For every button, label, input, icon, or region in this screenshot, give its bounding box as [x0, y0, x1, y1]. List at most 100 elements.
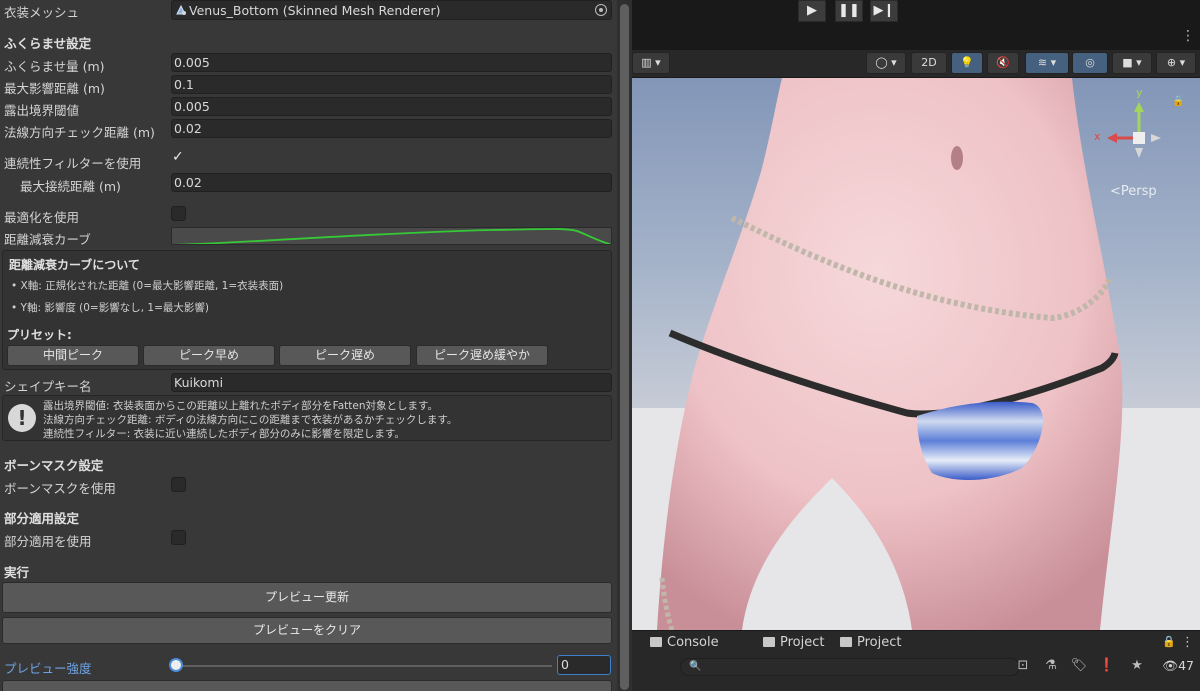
normal-check-label: 法線方向チェック距離 (m)	[4, 125, 155, 140]
folder-icon	[840, 637, 852, 647]
camera-icon: ■	[1122, 56, 1133, 69]
costume-mesh-label: 衣装メッシュ	[4, 5, 80, 20]
next-button-partial[interactable]	[2, 680, 612, 691]
costume-mesh-value: Venus_Bottom (Skinned Mesh Renderer)	[189, 3, 441, 18]
curve-info-y-axis: • Y軸: 影響度 (0=影響なし, 1=最大影響)	[11, 302, 209, 314]
curve-info-box: 距離減衰カーブについて • X軸: 正規化された距離 (0=最大影響距離, 1=…	[2, 250, 612, 370]
scene-top-bar: ▶ ❚❚ ▶❙ ⋮	[632, 0, 1200, 50]
tab-project-1[interactable]: Project	[763, 635, 824, 657]
inflate-amount-label: ふくらませ量 (m)	[4, 59, 105, 74]
globe-icon: ⊕	[1166, 56, 1177, 69]
tab-project-1-label: Project	[780, 635, 825, 650]
effects-dropdown[interactable]: ≋ ▾	[1025, 52, 1069, 74]
partial-checkbox[interactable]	[171, 530, 186, 545]
optimization-row: 最適化を使用	[0, 204, 617, 225]
ruler-icon: ▥	[641, 56, 652, 69]
preview-clear-button[interactable]: プレビューをクリア	[2, 617, 612, 644]
preview-strength-thumb[interactable]	[169, 658, 183, 672]
costume-mesh-field[interactable]: Venus_Bottom (Skinned Mesh Renderer)	[171, 0, 612, 20]
shape-key-field[interactable]: Kuikomi	[171, 373, 612, 392]
filter-by-label-icon[interactable]: 🏷	[1070, 657, 1088, 675]
partial-label: 部分適用を使用	[4, 534, 92, 549]
inflate-amount-row: ふくらませ量 (m) 0.005	[0, 53, 617, 74]
scrollbar-thumb[interactable]	[620, 4, 629, 690]
max-influence-field[interactable]: 0.1	[171, 75, 612, 94]
search-mode-icon[interactable]: ⊡	[1014, 657, 1032, 675]
scene-toolbar: ▥ ▾ ◯ ▾ 2D 💡 🔇 ≋ ▾ ◎ ■ ▾ ⊕ ▾	[632, 50, 1200, 78]
step-button[interactable]: ▶❙	[870, 0, 898, 22]
shading-mode-icon: ◯	[875, 56, 888, 69]
execute-section-header: 実行	[4, 565, 30, 580]
falloff-curve-field[interactable]	[171, 227, 612, 245]
pause-button[interactable]: ❚❚	[835, 0, 863, 22]
gizmos-dropdown[interactable]: ⊕ ▾	[1156, 52, 1196, 74]
exposure-threshold-field[interactable]: 0.005	[171, 97, 612, 116]
checkmark-icon: ✓	[172, 149, 184, 165]
more-options-icon[interactable]: ⋮	[1181, 635, 1194, 650]
warning-icon: !	[8, 404, 36, 432]
scene-render	[632, 78, 1200, 630]
lighting-toggle[interactable]: 💡	[951, 52, 983, 74]
optimization-checkbox[interactable]	[171, 206, 186, 221]
bone-mask-section-header: ボーンマスク設定	[4, 458, 104, 473]
preset-mid-peak-button[interactable]: 中間ピーク	[7, 345, 139, 366]
inflate-amount-field[interactable]: 0.005	[171, 53, 612, 72]
falloff-curve-graph	[174, 228, 611, 244]
camera-dropdown[interactable]: ■ ▾	[1112, 52, 1152, 74]
preset-late-peak-button[interactable]: ピーク遅め	[279, 345, 411, 366]
help-line-2: 法線方向チェック距離: ボディの法線方向にこの距離まで衣装があるかチェックします…	[43, 414, 458, 426]
object-picker-icon[interactable]	[595, 4, 607, 16]
bone-mask-label: ボーンマスクを使用	[4, 481, 116, 496]
max-connection-label: 最大接続距離 (m)	[20, 179, 121, 194]
preset-late-gentle-button[interactable]: ピーク遅め緩やか	[416, 345, 548, 366]
inspector-panel: 衣装メッシュ Venus_Bottom (Skinned Mesh Render…	[0, 0, 617, 691]
bone-mask-row: ボーンマスクを使用	[0, 475, 617, 496]
connectivity-filter-checkbox[interactable]: ✓	[171, 149, 186, 167]
tab-console[interactable]: Console	[650, 635, 719, 657]
favorite-star-icon[interactable]: ★	[1128, 657, 1146, 675]
help-box: ! 露出境界閾値: 衣装表面からこの距離以上離れたボディ部分をFatten対象と…	[2, 395, 612, 441]
projection-label[interactable]: <Persp	[1110, 184, 1157, 199]
shape-key-label: シェイプキー名	[4, 379, 92, 394]
bottom-panel: Console Project Project 🔒 ⋮ 🔍 ⊡ ⚗ 🏷 ❗ ★ …	[632, 630, 1200, 691]
skinned-mesh-icon	[176, 4, 186, 15]
bone-mask-checkbox[interactable]	[171, 477, 186, 492]
max-connection-field[interactable]: 0.02	[171, 173, 612, 192]
connectivity-filter-label: 連続性フィルターを使用	[4, 156, 142, 171]
partial-section-header: 部分適用設定	[4, 511, 80, 526]
error-icon[interactable]: ❗	[1098, 657, 1116, 675]
optimization-label: 最適化を使用	[4, 210, 80, 225]
filter-by-type-icon[interactable]: ⚗	[1042, 657, 1060, 675]
help-line-3: 連続性フィルター: 衣装に近い連続したボディ部分のみに影響を限定します。	[43, 428, 405, 440]
mute-audio-icon: 🔇	[996, 56, 1010, 69]
normal-check-field[interactable]: 0.02	[171, 119, 612, 138]
falloff-curve-label: 距離減衰カーブ	[4, 232, 91, 247]
curve-info-title: 距離減衰カーブについて	[9, 258, 140, 272]
falloff-curve-row: 距離減衰カーブ	[0, 226, 617, 247]
preview-strength-label: プレビュー強度	[4, 661, 92, 676]
more-options-icon[interactable]: ⋮	[1181, 28, 1195, 44]
audio-toggle[interactable]: 🔇	[987, 52, 1019, 74]
gizmo-tools-dropdown[interactable]: ▥ ▾	[632, 52, 670, 74]
lock-icon[interactable]: 🔒	[1162, 635, 1176, 648]
lock-icon[interactable]: 🔒	[1172, 96, 1184, 107]
scene-visibility-toggle[interactable]: ◎	[1072, 52, 1108, 74]
preview-strength-track[interactable]	[176, 665, 552, 667]
scene-viewport[interactable]: y x 🔒 <Persp	[632, 78, 1200, 630]
partial-row: 部分適用を使用	[0, 528, 617, 549]
play-button[interactable]: ▶	[798, 0, 826, 22]
exposure-threshold-label: 露出境界閾値	[4, 103, 80, 118]
inspector-scrollbar[interactable]	[617, 0, 632, 691]
max-influence-row: 最大影響距離 (m) 0.1	[0, 75, 617, 96]
draw-mode-dropdown[interactable]: ◯ ▾	[866, 52, 906, 74]
inflate-section-header: ふくらませ設定	[4, 36, 92, 51]
preview-update-button[interactable]: プレビュー更新	[2, 582, 612, 613]
preview-strength-field[interactable]: 0	[557, 655, 611, 675]
hidden-packages-count[interactable]: 👁47	[1162, 658, 1194, 674]
max-connection-row: 最大接続距離 (m) 0.02	[0, 173, 617, 194]
tab-project-2[interactable]: Project	[840, 635, 901, 657]
console-icon	[650, 637, 662, 647]
preset-early-peak-button[interactable]: ピーク早め	[143, 345, 275, 366]
mode-2d-toggle[interactable]: 2D	[911, 52, 947, 74]
project-search-input[interactable]: 🔍	[680, 658, 1020, 676]
